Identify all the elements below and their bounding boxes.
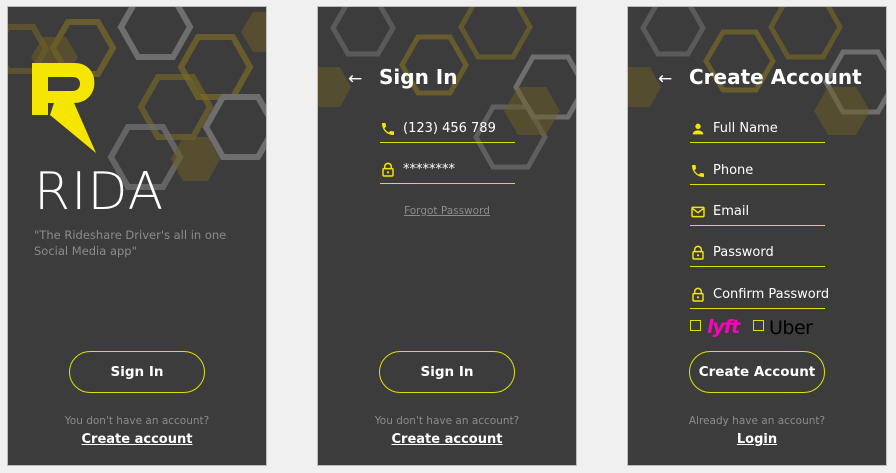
password-field[interactable]: Password [690, 243, 825, 267]
mail-icon [691, 206, 705, 218]
confirm-password-placeholder: Confirm Password [713, 287, 830, 302]
no-account-hint: You don't have an account? [374, 415, 520, 427]
create-account-link[interactable]: Create account [318, 432, 576, 447]
phone-icon [692, 165, 704, 177]
phone-field[interactable]: (123) 456 789 [380, 119, 515, 143]
email-field[interactable]: Email [690, 202, 825, 226]
full-name-placeholder: Full Name [713, 121, 778, 136]
confirm-password-field[interactable]: Confirm Password [690, 285, 829, 309]
uber-checkbox[interactable] [753, 320, 764, 331]
lock-icon [692, 245, 704, 260]
password-placeholder: Password [713, 245, 774, 260]
create-account-link[interactable]: Create account [8, 432, 266, 447]
sign-in-button[interactable]: Sign In [69, 351, 205, 393]
brand-name: RIDA [34, 162, 165, 222]
password-value: ******** [403, 162, 455, 177]
sign-in-screen: ← Sign In (123) 456 789 ******** Forgot … [317, 6, 577, 466]
page-title: Create Account [689, 65, 862, 89]
back-arrow-icon[interactable]: ← [348, 69, 362, 89]
page-title: Sign In [379, 65, 458, 89]
create-account-button[interactable]: Create Account [689, 351, 825, 393]
login-link[interactable]: Login [628, 432, 886, 447]
uber-logo: Uber [769, 317, 813, 339]
rida-logo [32, 63, 96, 153]
tagline: "The Rideshare Driver's all in one Socia… [34, 228, 227, 258]
password-field[interactable]: ******** [380, 160, 515, 184]
lock-icon [692, 287, 704, 302]
sign-in-button[interactable]: Sign In [379, 351, 515, 393]
lyft-checkbox[interactable] [690, 320, 701, 331]
phone-icon [382, 123, 394, 135]
forgot-password-link[interactable]: Forgot Password [318, 205, 576, 217]
phone-placeholder: Phone [713, 163, 754, 178]
have-account-hint: Already have an account? [688, 415, 826, 427]
lyft-logo: lyft [707, 316, 740, 338]
full-name-field[interactable]: Full Name [690, 119, 825, 143]
email-placeholder: Email [713, 204, 750, 219]
phone-value: (123) 456 789 [403, 121, 496, 136]
create-account-screen: ← Create Account Full Name Phone Email P… [627, 6, 887, 466]
phone-field[interactable]: Phone [690, 161, 825, 185]
no-account-hint: You don't have an account? [64, 415, 210, 427]
person-icon [692, 123, 704, 135]
lock-icon [382, 162, 394, 177]
back-arrow-icon[interactable]: ← [658, 69, 672, 89]
splash-screen: RIDA "The Rideshare Driver's all in one … [7, 6, 267, 466]
